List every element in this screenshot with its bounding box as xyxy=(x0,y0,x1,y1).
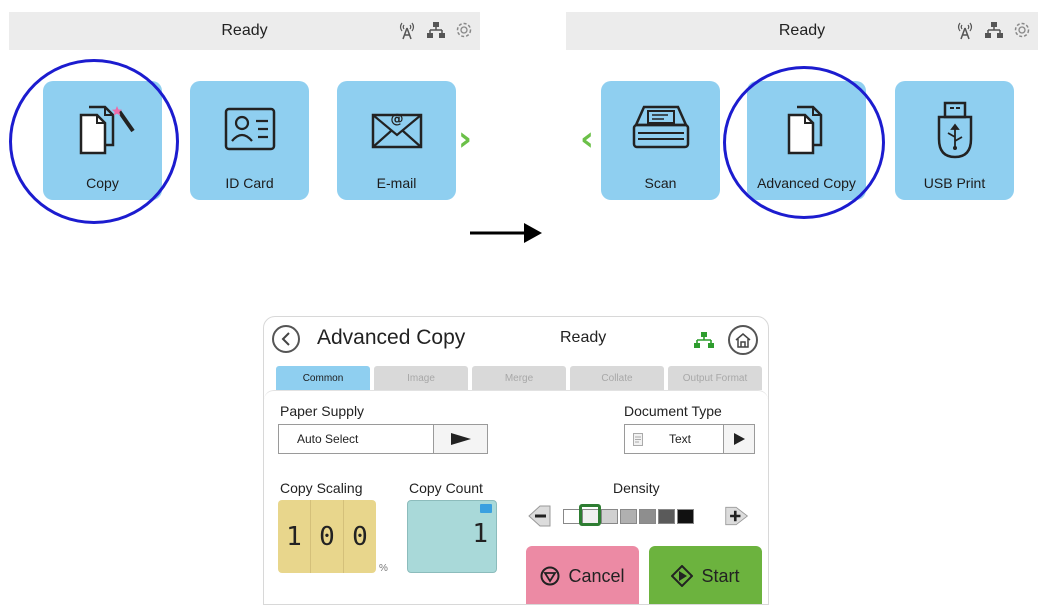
scan-label: Scan xyxy=(644,175,677,191)
density-label: Density xyxy=(613,480,660,496)
chevron-left-icon[interactable]: ‹ xyxy=(580,119,594,159)
svg-text:@: @ xyxy=(390,112,403,127)
scaling-digit: 0 xyxy=(352,521,368,552)
chevron-right-icon[interactable]: › xyxy=(458,119,472,159)
density-level[interactable] xyxy=(639,509,656,524)
start-button[interactable]: Start xyxy=(649,546,762,604)
density-slider-thumb[interactable] xyxy=(579,504,601,526)
copy-scaling-input[interactable]: 1 0 0 xyxy=(278,500,376,573)
play-arrow-icon xyxy=(450,433,471,445)
document-type-value: Text xyxy=(669,432,692,446)
advanced-copy-screen: Advanced Copy Ready Common Image Merge C… xyxy=(263,316,769,605)
back-button[interactable] xyxy=(272,325,300,353)
network-icon xyxy=(985,22,1003,38)
scanner-icon xyxy=(632,105,689,149)
start-icon xyxy=(671,565,694,587)
start-label: Start xyxy=(701,565,740,586)
usb-print-label: USB Print xyxy=(923,175,986,191)
chevron-left-icon xyxy=(281,332,290,346)
highlight-ring-advanced-copy xyxy=(723,66,885,219)
id-card-label: ID Card xyxy=(225,175,274,191)
home-button[interactable] xyxy=(728,325,758,355)
status-bar-icons xyxy=(396,20,474,40)
arrow-right-icon xyxy=(470,223,542,243)
paper-supply-next-button[interactable] xyxy=(433,425,487,453)
document-type-next-button[interactable] xyxy=(723,425,754,453)
density-decrease-button[interactable] xyxy=(526,503,552,529)
status-text: Ready xyxy=(560,329,607,346)
scan-tile[interactable]: Scan xyxy=(601,81,720,200)
density-level[interactable] xyxy=(601,509,618,524)
density-increase-button[interactable] xyxy=(724,503,750,529)
copy-count-input[interactable]: 1 xyxy=(407,500,497,573)
tab-collate[interactable]: Collate xyxy=(570,366,664,390)
cancel-label: Cancel xyxy=(568,565,625,586)
tab-bar: Common Image Merge Collate Output Format xyxy=(276,366,762,390)
status-text: Ready xyxy=(778,22,826,39)
tab-image[interactable]: Image xyxy=(374,366,468,390)
percent-unit: % xyxy=(379,563,388,574)
paper-supply-value: Auto Select xyxy=(297,432,359,446)
copy-scaling-label: Copy Scaling xyxy=(280,480,363,496)
network-icon xyxy=(427,22,445,38)
status-bar-icons xyxy=(954,20,1032,40)
density-level[interactable] xyxy=(620,509,637,524)
document-type-select[interactable]: Text xyxy=(624,424,755,454)
gear-icon[interactable] xyxy=(454,20,474,40)
keypad-icon[interactable] xyxy=(480,504,492,513)
highlight-ring-copy xyxy=(9,59,179,224)
status-text: Ready xyxy=(221,22,268,39)
email-tile[interactable]: @ E-mail xyxy=(337,81,456,200)
paper-supply-select[interactable]: Auto Select xyxy=(278,424,488,454)
email-icon: @ xyxy=(371,112,422,149)
network-icon xyxy=(694,332,714,348)
density-level[interactable] xyxy=(677,509,694,524)
document-icon xyxy=(633,432,643,446)
home-icon xyxy=(735,333,751,348)
screen-header: Advanced Copy Ready xyxy=(264,317,768,361)
density-level[interactable] xyxy=(658,509,675,524)
stop-icon xyxy=(540,566,560,586)
usb-icon xyxy=(937,101,972,159)
page-title: Advanced Copy xyxy=(317,326,466,349)
play-arrow-icon xyxy=(733,433,745,445)
copy-count-value: 1 xyxy=(472,519,488,549)
usb-print-tile[interactable]: USB Print xyxy=(895,81,1014,200)
id-card-tile[interactable]: ID Card xyxy=(190,81,309,200)
tab-common[interactable]: Common xyxy=(276,366,370,390)
status-bar-right: Ready xyxy=(566,12,1038,50)
copy-count-label: Copy Count xyxy=(409,480,483,496)
id-card-icon xyxy=(224,107,275,151)
gear-icon[interactable] xyxy=(1012,20,1032,40)
scaling-digit: 1 xyxy=(278,500,311,573)
density-level[interactable] xyxy=(563,509,580,524)
scaling-digit: 0 xyxy=(311,500,344,573)
status-bar-left: Ready xyxy=(9,12,480,50)
email-label: E-mail xyxy=(376,175,417,191)
tab-output-format[interactable]: Output Format xyxy=(668,366,762,390)
wireless-icon xyxy=(957,22,973,40)
tab-merge[interactable]: Merge xyxy=(472,366,566,390)
document-type-label: Document Type xyxy=(624,403,722,419)
cancel-button[interactable]: Cancel xyxy=(526,546,639,604)
wireless-icon xyxy=(399,22,415,40)
paper-supply-label: Paper Supply xyxy=(280,403,365,419)
